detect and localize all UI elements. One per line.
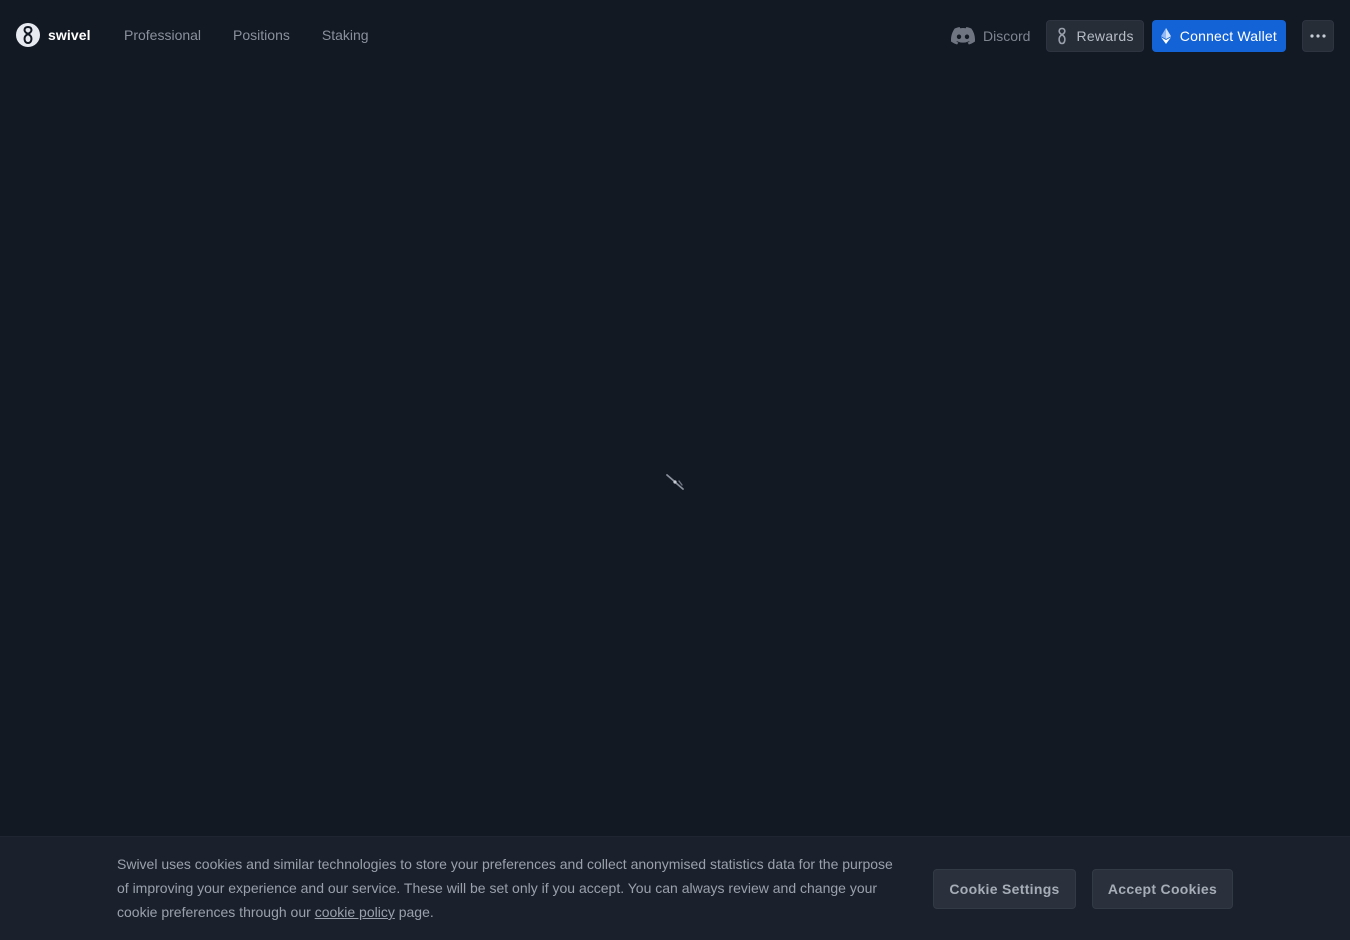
cookie-text-start: Swivel uses cookies and similar technolo…	[117, 856, 893, 920]
connect-wallet-label: Connect Wallet	[1179, 28, 1277, 44]
cookie-text-end: page.	[394, 904, 434, 920]
ethereum-icon	[1160, 28, 1171, 44]
header-actions: Discord Rewards Connect Wallet	[950, 20, 1334, 52]
swivel-token-icon	[1058, 27, 1067, 45]
more-menu-button[interactable]	[1302, 20, 1334, 52]
logo-text: swivel	[48, 27, 91, 43]
rewards-label: Rewards	[1076, 28, 1134, 44]
cookie-settings-button[interactable]: Cookie Settings	[933, 869, 1076, 909]
swivel-logo[interactable]: swivel	[16, 23, 91, 47]
cookie-banner: Swivel uses cookies and similar technolo…	[0, 836, 1350, 940]
cookie-message: Swivel uses cookies and similar technolo…	[117, 852, 907, 924]
cookie-policy-link[interactable]: cookie policy	[315, 904, 395, 920]
discord-icon	[950, 27, 975, 45]
discord-link[interactable]: Discord	[950, 27, 1031, 45]
main-nav: Professional Positions Staking	[124, 27, 401, 43]
loading-spinner-icon	[666, 474, 684, 490]
nav-professional[interactable]: Professional	[124, 27, 201, 43]
connect-wallet-button[interactable]: Connect Wallet	[1151, 20, 1286, 52]
accept-cookies-button[interactable]: Accept Cookies	[1092, 869, 1233, 909]
swivel-logo-icon	[16, 23, 40, 47]
nav-positions[interactable]: Positions	[233, 27, 290, 43]
top-nav: swivel Professional Positions Staking Di…	[0, 0, 1350, 70]
discord-label: Discord	[982, 28, 1031, 44]
nav-staking[interactable]: Staking	[322, 27, 369, 43]
more-dots-icon	[1310, 34, 1326, 38]
rewards-button[interactable]: Rewards	[1046, 20, 1144, 52]
